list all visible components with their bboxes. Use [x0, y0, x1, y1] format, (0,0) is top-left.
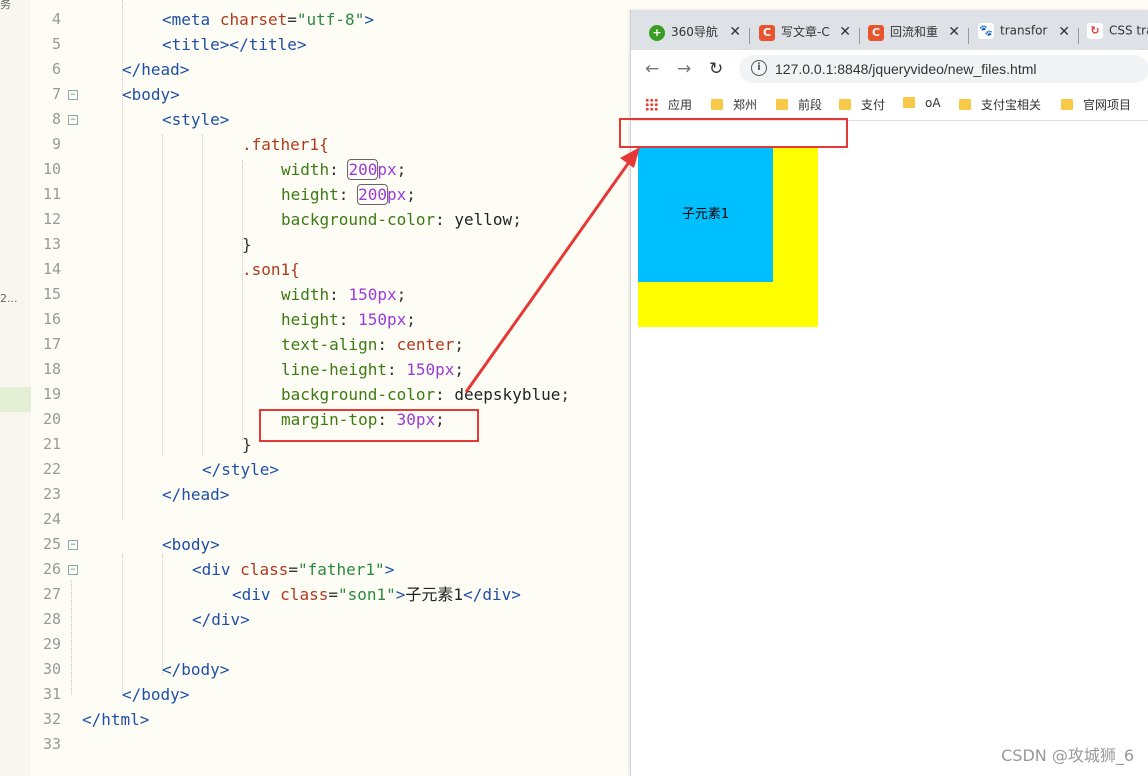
annotation-arrow	[464, 147, 640, 393]
